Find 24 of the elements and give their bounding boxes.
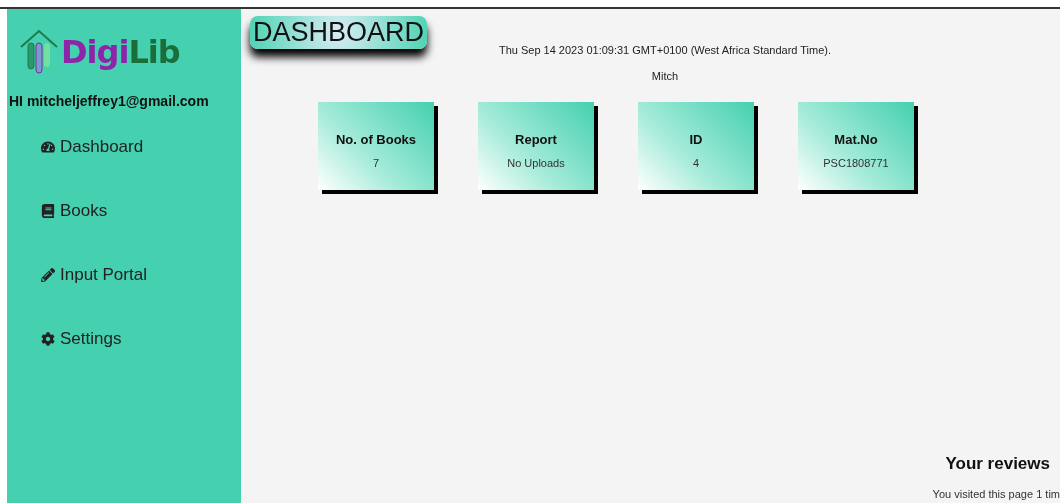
nav-link[interactable]: Books (41, 179, 108, 243)
nav-link[interactable]: Dashboard (41, 115, 144, 179)
card-label: No. of Books (335, 131, 417, 147)
gauge-icon (41, 140, 55, 154)
reviews-heading: Your reviews (945, 454, 1050, 474)
visit-text: You visited this page 1 tim (932, 488, 1060, 500)
card-value: No Uploads (507, 156, 565, 169)
nav-link[interactable]: Settings (41, 307, 122, 371)
card-label: Mat.No (834, 131, 878, 147)
nav-link[interactable]: Input Portal (41, 243, 147, 307)
page-title: DASHBOARD (250, 16, 428, 49)
logo-icon (19, 29, 59, 75)
card-value: 4 (692, 156, 700, 169)
book-icon (41, 204, 55, 218)
date-text: Thu Sep 14 2023 01:09:31 GMT+0100 (West Africa Standard Time). (497, 44, 832, 56)
card-label: ID (689, 131, 703, 147)
gear-icon (41, 332, 55, 346)
user-name: Mitch (650, 70, 679, 82)
pencil-icon (41, 268, 55, 282)
logo: DigiLib (61, 33, 180, 71)
card-value: 7 (372, 156, 380, 169)
card-value: PSC1808771 (823, 156, 889, 169)
greeting: HI mitcheljeffrey1@gmail.com (8, 92, 210, 109)
card-label: Report (515, 131, 557, 147)
